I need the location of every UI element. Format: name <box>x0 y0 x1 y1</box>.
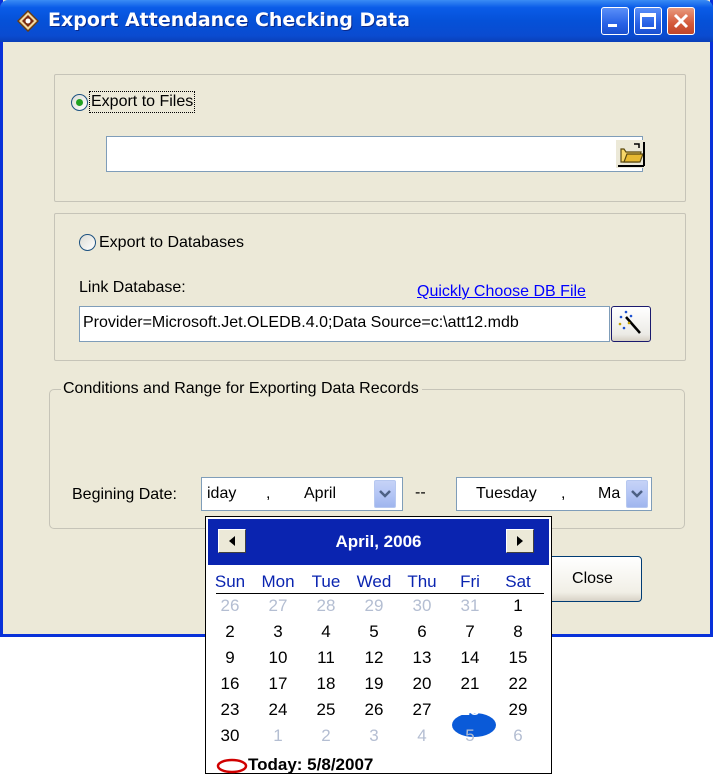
calendar-month-title[interactable]: April, 2006 <box>208 532 549 552</box>
calendar-day[interactable]: 26 <box>206 596 254 616</box>
radio-selected-dot <box>76 99 83 106</box>
minimize-button[interactable] <box>601 7 629 35</box>
calendar-day[interactable]: 28 <box>302 596 350 616</box>
calendar-day[interactable]: 5 <box>446 726 494 746</box>
calendar-day[interactable]: 24 <box>254 700 302 720</box>
calendar-day[interactable]: 15 <box>494 648 542 668</box>
calendar-day[interactable]: 6 <box>494 726 542 746</box>
browse-folder-button[interactable] <box>616 140 646 168</box>
calendar-day[interactable]: 31 <box>446 596 494 616</box>
next-month-button[interactable] <box>506 529 534 553</box>
calendar-day[interactable]: 30 <box>206 726 254 746</box>
quick-choose-db-link[interactable]: Quickly Choose DB File <box>417 283 586 301</box>
calendar-day[interactable]: 25 <box>302 700 350 720</box>
build-connection-button[interactable] <box>611 306 651 342</box>
window-title: Export Attendance Checking Data <box>48 9 410 31</box>
weekday-header: Wed <box>356 572 392 591</box>
calendar-day[interactable]: 23 <box>206 700 254 720</box>
calendar-day[interactable]: 21 <box>446 674 494 694</box>
calendar-day[interactable]: 5 <box>350 622 398 642</box>
open-folder-icon <box>616 140 646 168</box>
chevron-down-icon <box>631 490 643 498</box>
maximize-button[interactable] <box>634 7 662 35</box>
file-path-input[interactable] <box>106 136 643 172</box>
maximize-icon <box>640 13 656 29</box>
end-weekday: Tuesday <box>476 485 537 502</box>
magic-wand-icon <box>618 310 641 334</box>
export-files-radio[interactable] <box>71 94 88 111</box>
calendar-day[interactable]: 4 <box>398 726 446 746</box>
begin-weekday: iday <box>207 485 237 502</box>
export-files-label[interactable]: Export to Files <box>88 91 196 113</box>
weekday-header: Sun <box>214 572 246 591</box>
begin-month: April <box>304 485 337 502</box>
close-button[interactable]: Close <box>543 556 642 602</box>
calendar-popup: April, 2006 Sun Mon Tue Wed Thu Fri Sat … <box>205 516 552 774</box>
calendar-day[interactable]: 16 <box>206 674 254 694</box>
calendar-day[interactable]: 7 <box>446 622 494 642</box>
weekday-header: Sat <box>505 572 531 591</box>
today-circle-icon <box>216 758 248 774</box>
calendar-day[interactable]: 27 <box>254 596 302 616</box>
minimize-icon <box>608 24 617 27</box>
export-db-radio[interactable] <box>79 234 96 251</box>
arrow-right-icon <box>517 536 523 546</box>
calendar-day[interactable]: 9 <box>206 648 254 668</box>
calendar-day[interactable]: 28 <box>446 700 494 720</box>
close-window-button[interactable] <box>667 7 695 35</box>
title-bar[interactable]: Export Attendance Checking Data <box>0 0 713 42</box>
chevron-down-icon <box>379 490 391 498</box>
close-icon <box>673 13 689 29</box>
range-separator: -- <box>415 484 426 501</box>
calendar-day[interactable]: 29 <box>350 596 398 616</box>
weekday-header: Tue <box>311 572 341 591</box>
end-date-dropdown[interactable] <box>626 480 648 508</box>
link-database-label: Link Database: <box>79 279 186 296</box>
calendar-day[interactable]: 11 <box>302 648 350 668</box>
calendar-day[interactable]: 2 <box>302 726 350 746</box>
calendar-day[interactable]: 13 <box>398 648 446 668</box>
weekday-divider <box>216 593 544 594</box>
calendar-day[interactable]: 10 <box>254 648 302 668</box>
app-icon <box>17 10 39 32</box>
connection-string-input[interactable]: Provider=Microsoft.Jet.OLEDB.4.0;Data So… <box>79 306 610 342</box>
calendar-header: April, 2006 <box>208 519 549 565</box>
calendar-day[interactable]: 6 <box>398 622 446 642</box>
calendar-day[interactable]: 3 <box>350 726 398 746</box>
calendar-day[interactable]: 1 <box>254 726 302 746</box>
calendar-day[interactable]: 2 <box>206 622 254 642</box>
begin-date-label: Begining Date: <box>72 486 177 503</box>
calendar-day[interactable]: 8 <box>494 622 542 642</box>
calendar-day[interactable]: 30 <box>398 596 446 616</box>
end-month: Ma <box>598 485 621 502</box>
calendar-day[interactable]: 22 <box>494 674 542 694</box>
calendar-day[interactable]: 1 <box>494 596 542 616</box>
calendar-day[interactable]: 14 <box>446 648 494 668</box>
calendar-day[interactable]: 26 <box>350 700 398 720</box>
end-date-picker[interactable]: Tuesday , Ma <box>456 477 652 511</box>
today-label: Today: 5/8/2007 <box>248 755 374 774</box>
calendar-day[interactable]: 19 <box>350 674 398 694</box>
end-separator: , <box>561 485 566 502</box>
calendar-day[interactable]: 18 <box>302 674 350 694</box>
begin-date-picker[interactable]: iday , April <box>201 477 403 511</box>
begin-separator: , <box>266 485 271 502</box>
weekday-header: Thu <box>407 572 437 591</box>
weekday-header: Mon <box>261 572 295 591</box>
conditions-legend: Conditions and Range for Exporting Data … <box>61 380 422 398</box>
calendar-day[interactable]: 12 <box>350 648 398 668</box>
begin-date-dropdown[interactable] <box>374 480 396 508</box>
calendar-day[interactable]: 29 <box>494 700 542 720</box>
calendar-day[interactable]: 3 <box>254 622 302 642</box>
calendar-day[interactable]: 17 <box>254 674 302 694</box>
calendar-day[interactable]: 27 <box>398 700 446 720</box>
weekday-header: Fri <box>460 572 480 591</box>
export-db-label[interactable]: Export to Databases <box>99 234 244 252</box>
calendar-day[interactable]: 20 <box>398 674 446 694</box>
calendar-day[interactable]: 4 <box>302 622 350 642</box>
